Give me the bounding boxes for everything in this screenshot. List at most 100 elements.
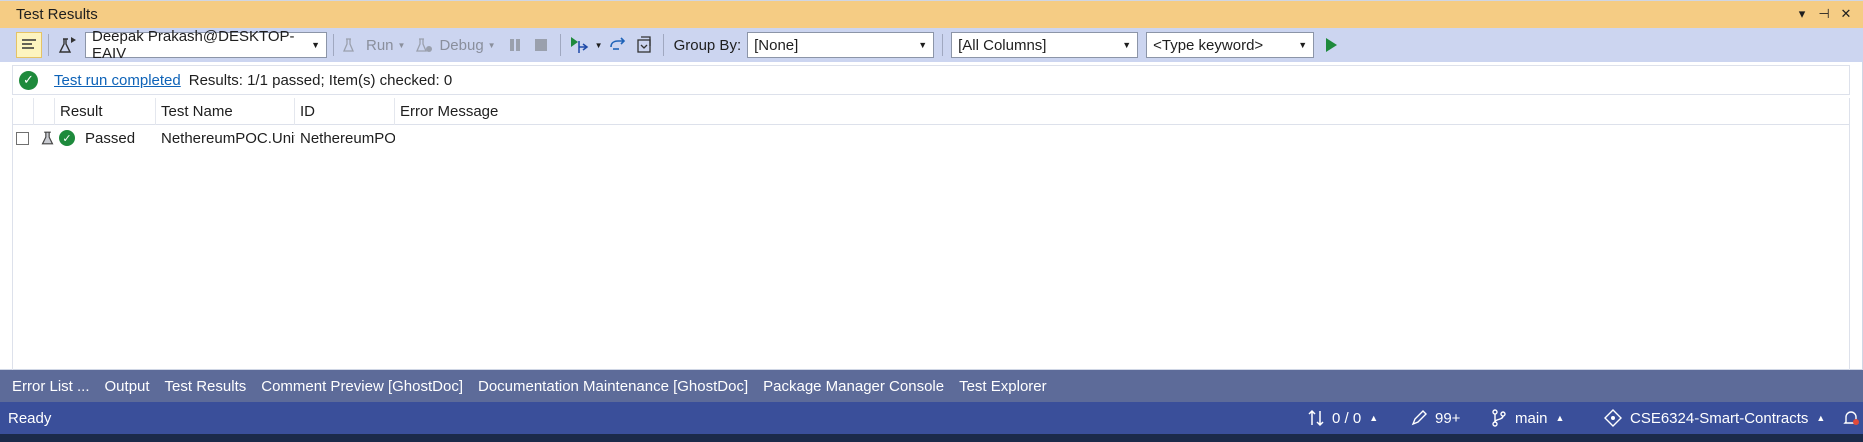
group-by-value: [None]: [754, 36, 799, 54]
panel-titlebar: Test Results ▾ ⊣ ✕: [0, 1, 1863, 28]
test-run-completed-link[interactable]: Test run completed: [54, 72, 181, 89]
repo-icon: [1604, 409, 1622, 427]
pin-icon[interactable]: ⊣: [1817, 4, 1831, 24]
run-summary-bar: ✓ Test run completed Results: 1/1 passed…: [12, 65, 1850, 95]
row-type-cell: [34, 125, 55, 151]
header-icon-cell: [34, 98, 55, 125]
status-bar: Ready 0 / 0 ▲ 99+ main ▲ CSE6324-Smart-C…: [0, 402, 1863, 434]
chevron-down-icon: ▼: [1298, 40, 1308, 50]
flask-icon: [41, 131, 54, 145]
branch-indicator[interactable]: main ▲: [1491, 402, 1564, 434]
chevron-down-icon: ▼: [487, 40, 496, 50]
chevron-down-icon: ▼: [1122, 40, 1132, 50]
check-circle-icon: ✓: [19, 70, 38, 90]
pencil-icon: [1411, 410, 1427, 426]
keyword-search-input[interactable]: <Type keyword> ▼: [1146, 32, 1315, 58]
run-tests-button[interactable]: ▼: [567, 32, 605, 58]
pause-button[interactable]: [502, 32, 528, 58]
run-source-select[interactable]: Deepak Prakash@DESKTOP-EAIV ▼: [85, 28, 327, 62]
caret-up-icon: ▲: [1555, 413, 1565, 423]
changes-indicator[interactable]: 0 / 0 ▲: [1308, 402, 1378, 434]
row-error-message: [395, 125, 1849, 151]
tab-documentation-maintenance[interactable]: Documentation Maintenance [GhostDoc]: [477, 374, 749, 406]
sync-icon: [1308, 409, 1324, 427]
debug-icon: [416, 38, 433, 52]
close-icon[interactable]: ✕: [1839, 4, 1853, 24]
row-checkbox-cell: [13, 125, 34, 151]
export-icon: [636, 36, 651, 53]
chevron-down-icon: ▼: [918, 40, 928, 50]
group-by-label: Group By:: [673, 36, 742, 54]
export-button[interactable]: [631, 32, 657, 58]
header-error-message[interactable]: Error Message: [395, 98, 1849, 125]
run-summary-text: Results: 1/1 passed; Item(s) checked: 0: [188, 71, 453, 89]
row-result: Passed: [85, 129, 136, 147]
caret-up-icon: ▲: [1816, 413, 1826, 423]
tab-error-list[interactable]: Error List ...: [12, 374, 90, 406]
debug-button[interactable]: Debug ▼: [415, 32, 496, 58]
panel-title: Test Results: [16, 6, 98, 23]
check-circle-icon: ✓: [59, 130, 75, 146]
edits-count: 99+: [1435, 409, 1461, 427]
taskbar-strip: [0, 434, 1863, 442]
search-go-button[interactable]: [1318, 32, 1344, 58]
caret-up-icon: ▲: [1369, 413, 1379, 423]
test-results-toolbar: Deepak Prakash@DESKTOP-EAIV ▼ Run ▼ Debu…: [0, 28, 1863, 62]
panel-window-controls: ▾ ⊣ ✕: [1795, 4, 1853, 24]
columns-value: [All Columns]: [958, 36, 1047, 54]
stop-button[interactable]: [528, 32, 554, 58]
header-result[interactable]: Result: [55, 98, 156, 125]
refresh-button[interactable]: [605, 32, 631, 58]
dropdown-menu-icon[interactable]: ▾: [1795, 4, 1809, 24]
notifications-button[interactable]: [1842, 402, 1860, 434]
table-row[interactable]: ✓ Passed NethereumPOC.UnitTests Nethereu…: [13, 125, 1849, 151]
toolbar-separator: [333, 34, 334, 56]
pause-icon: [509, 39, 520, 51]
branch-icon: [1492, 409, 1506, 427]
list-view-button[interactable]: [16, 32, 42, 58]
bell-icon: [1843, 411, 1859, 425]
chevron-down-icon: ▼: [397, 40, 406, 50]
tab-test-explorer[interactable]: Test Explorer: [959, 374, 1047, 406]
refresh-icon: [609, 37, 625, 50]
run-source-value: Deepak Prakash@DESKTOP-EAIV: [92, 28, 295, 62]
repo-indicator[interactable]: CSE6324-Smart-Contracts ▲: [1604, 402, 1825, 434]
status-ready: Ready: [8, 409, 52, 427]
bottom-tool-tabs: Error List ... Output Test Results Comme…: [0, 370, 1863, 406]
run-label: Run: [366, 36, 394, 54]
repo-name: CSE6324-Smart-Contracts: [1630, 409, 1809, 427]
tab-comment-preview[interactable]: Comment Preview [GhostDoc]: [261, 374, 463, 406]
toolbar-separator: [559, 34, 561, 56]
run-icon: [343, 38, 354, 52]
run-tests-icon: [570, 37, 588, 53]
group-by-select[interactable]: [None] ▼: [747, 32, 935, 58]
grid-header: Result Test Name ID Error Message: [13, 98, 1849, 125]
chevron-down-icon: ▼: [594, 40, 603, 50]
changes-count: 0 / 0: [1332, 409, 1362, 427]
header-test-name[interactable]: Test Name: [156, 98, 295, 125]
tab-package-manager-console[interactable]: Package Manager Console: [763, 374, 944, 406]
flask-run-button[interactable]: [55, 32, 81, 58]
branch-name: main: [1515, 409, 1548, 427]
results-grid: Result Test Name ID Error Message ✓ Pass…: [12, 98, 1850, 370]
toolbar-separator: [48, 34, 49, 56]
test-results-panel: Test Results ▾ ⊣ ✕ Deepak Prakash@DESKTO…: [0, 0, 1863, 370]
row-result-cell: ✓ Passed: [55, 125, 156, 151]
go-icon: [1326, 38, 1338, 52]
flask-run-icon: [58, 37, 76, 53]
columns-select[interactable]: [All Columns] ▼: [951, 32, 1139, 58]
debug-label: Debug: [439, 36, 484, 54]
row-id: NethereumPOC: [300, 129, 395, 147]
header-id[interactable]: ID: [295, 98, 395, 125]
keyword-placeholder: <Type keyword>: [1153, 36, 1264, 54]
tab-test-results[interactable]: Test Results: [164, 374, 246, 406]
list-icon: [22, 39, 36, 49]
tab-output[interactable]: Output: [104, 374, 150, 406]
toolbar-separator: [942, 34, 944, 56]
row-checkbox[interactable]: [16, 131, 29, 145]
row-test-name: NethereumPOC.UnitTests: [161, 129, 295, 147]
stop-icon: [534, 39, 547, 51]
edits-indicator[interactable]: 99+: [1411, 402, 1460, 434]
toolbar-separator: [662, 34, 664, 56]
run-button[interactable]: Run ▼: [342, 32, 405, 58]
